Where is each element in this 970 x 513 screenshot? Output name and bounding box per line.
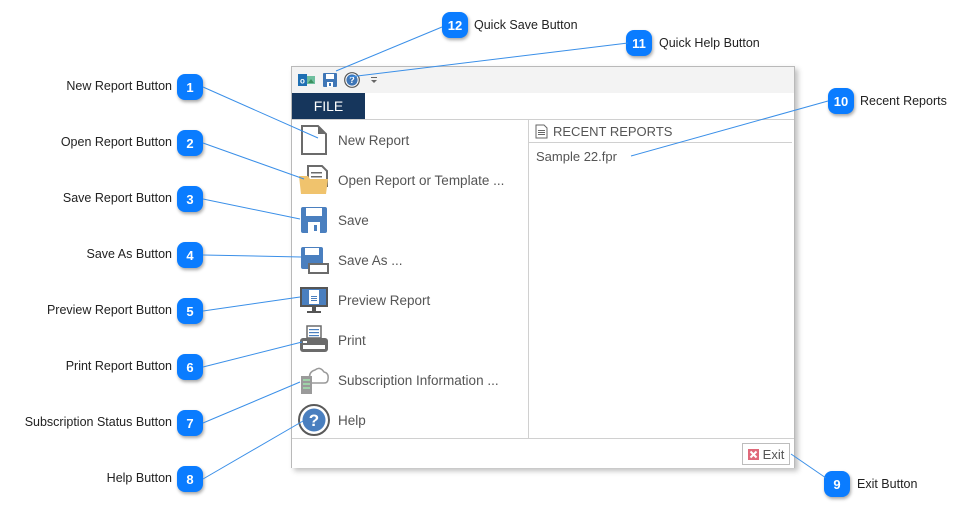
svg-text:o: o xyxy=(300,77,305,86)
menu-item-subscription-information[interactable]: Subscription Information ... xyxy=(292,360,528,400)
close-icon xyxy=(747,448,759,460)
ribbon-tab-bar: FILE xyxy=(292,93,794,120)
connector-5 xyxy=(202,296,301,312)
callout-badge-8: 8 xyxy=(177,466,203,492)
menu-item-open-report[interactable]: Open Report or Template ... xyxy=(292,160,528,200)
save-icon xyxy=(323,73,337,87)
tab-file[interactable]: FILE xyxy=(292,93,365,119)
callout-badge-6: 6 xyxy=(177,354,203,380)
callout-label-6: Print Report Button xyxy=(65,359,172,373)
callout-label-12: Quick Save Button xyxy=(474,18,578,32)
svg-text:?: ? xyxy=(349,75,355,85)
customize-toolbar-dropdown[interactable] xyxy=(368,71,380,89)
file-menu-list: New Report Open Report or Template ... S… xyxy=(292,120,529,438)
callout-badge-4: 4 xyxy=(177,242,203,268)
callout-label-3: Save Report Button xyxy=(62,191,172,205)
menu-item-label: Save xyxy=(338,212,369,228)
recent-reports-title: RECENT REPORTS xyxy=(553,124,673,139)
callout-label-5: Preview Report Button xyxy=(46,303,172,317)
menu-item-new-report[interactable]: New Report xyxy=(292,120,528,160)
menu-item-label: Open Report or Template ... xyxy=(338,172,505,188)
document-icon xyxy=(535,124,548,139)
exit-button[interactable]: Exit xyxy=(742,443,790,465)
menu-item-label: New Report xyxy=(338,132,410,148)
menu-item-label: Preview Report xyxy=(338,292,431,308)
menu-item-print[interactable]: Print xyxy=(292,320,528,360)
recent-reports-panel: RECENT REPORTS Sample 22.fpr xyxy=(529,120,794,438)
connector-2 xyxy=(202,142,305,180)
new-document-icon xyxy=(301,125,327,155)
menu-item-label: Print xyxy=(338,332,366,348)
recent-report-item[interactable]: Sample 22.fpr xyxy=(536,149,617,164)
exit-label: Exit xyxy=(762,446,785,462)
connector-3 xyxy=(202,198,301,220)
callout-badge-9: 9 xyxy=(824,471,850,497)
save-icon xyxy=(301,207,327,233)
connector-8 xyxy=(202,420,304,480)
menu-item-save-as[interactable]: Save As ... xyxy=(292,240,528,280)
menu-item-preview-report[interactable]: Preview Report xyxy=(292,280,528,320)
printer-icon xyxy=(300,325,328,352)
preview-monitor-icon xyxy=(300,287,328,313)
callout-badge-5: 5 xyxy=(177,298,203,324)
quick-save-button[interactable] xyxy=(322,71,338,89)
menu-item-label: Save As ... xyxy=(338,252,403,268)
callout-badge-3: 3 xyxy=(177,186,203,212)
callout-label-9: Exit Button xyxy=(857,477,918,491)
menu-item-label: Subscription Information ... xyxy=(338,372,499,388)
svg-text:?: ? xyxy=(309,411,319,430)
menu-item-save[interactable]: Save xyxy=(292,200,528,240)
open-folder-icon xyxy=(299,165,328,194)
file-menu-window: o ? FILE New Report Open Report or Templ… xyxy=(291,66,795,468)
connector-7 xyxy=(202,381,301,424)
connector-4 xyxy=(202,254,302,258)
callout-label-7: Subscription Status Button xyxy=(24,415,172,429)
subscription-cloud-icon xyxy=(301,367,329,394)
customize-dropdown-icon xyxy=(371,77,377,83)
callout-badge-2: 2 xyxy=(177,130,203,156)
connector-9 xyxy=(790,453,827,479)
file-menu-footer: Exit xyxy=(292,438,794,468)
callout-label-1: New Report Button xyxy=(66,79,172,93)
callout-badge-10: 10 xyxy=(828,88,854,114)
callout-badge-11: 11 xyxy=(626,30,652,56)
callout-label-8: Help Button xyxy=(106,471,172,485)
menu-item-label: Help xyxy=(338,412,366,428)
help-icon: ? xyxy=(344,72,360,88)
connector-12 xyxy=(335,26,443,72)
quick-help-button[interactable]: ? xyxy=(343,71,361,89)
callout-badge-12: 12 xyxy=(442,12,468,38)
menu-item-help[interactable]: ? Help xyxy=(292,400,528,440)
save-as-icon xyxy=(301,247,329,274)
callout-label-10: Recent Reports xyxy=(860,94,947,108)
help-icon: ? xyxy=(298,404,330,436)
callout-label-4: Save As Button xyxy=(86,247,172,261)
connector-6 xyxy=(202,341,303,368)
recent-reports-header: RECENT REPORTS xyxy=(529,120,792,143)
quick-access-toolbar: o ? xyxy=(292,67,794,93)
callout-label-11: Quick Help Button xyxy=(659,36,760,50)
app-icon[interactable]: o xyxy=(298,71,316,89)
callout-badge-7: 7 xyxy=(177,410,203,436)
callout-label-2: Open Report Button xyxy=(60,135,172,149)
callout-badge-1: 1 xyxy=(177,74,203,100)
